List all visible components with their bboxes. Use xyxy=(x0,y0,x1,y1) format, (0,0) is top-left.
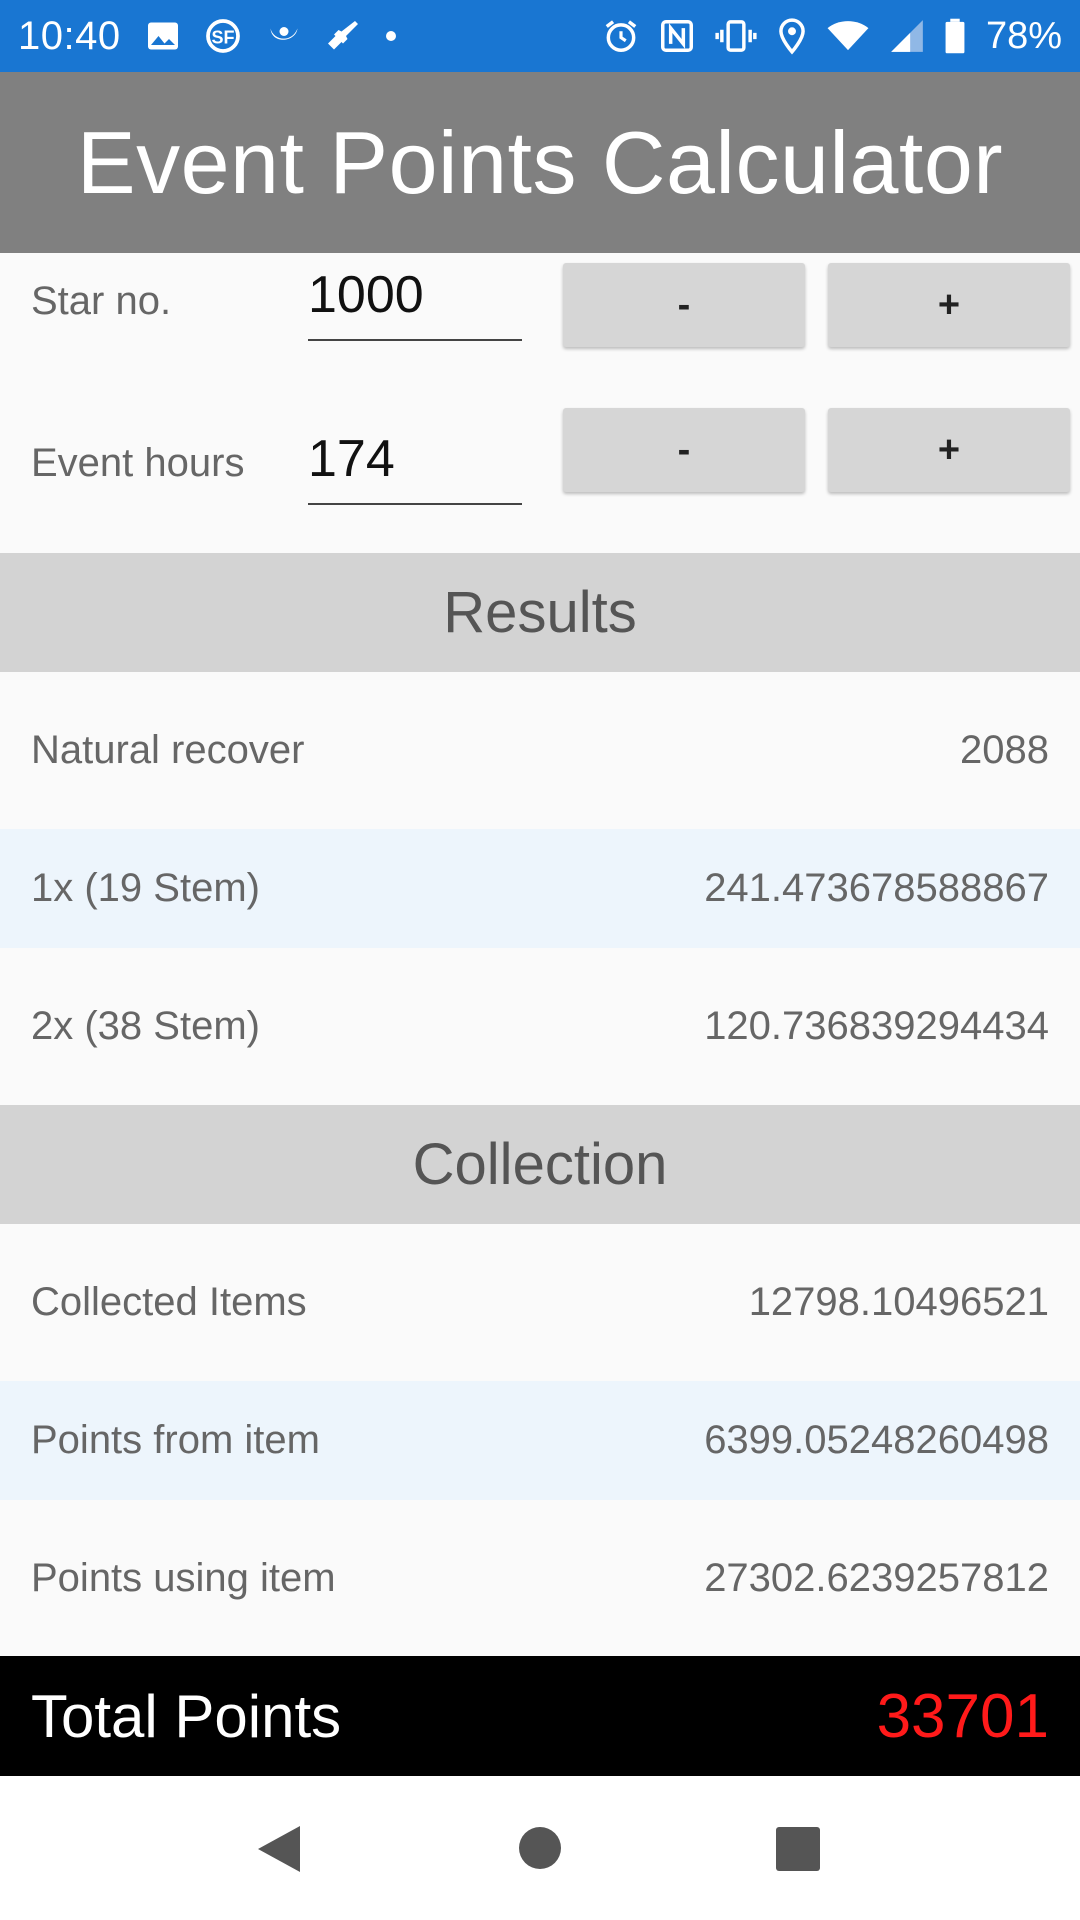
result-label: 1x (19 Stem) xyxy=(31,866,260,910)
recents-icon[interactable] xyxy=(776,1827,820,1876)
home-icon[interactable] xyxy=(518,1826,562,1875)
collection-value: 6399.05248260498 xyxy=(704,1418,1049,1462)
back-icon[interactable] xyxy=(256,1824,302,1879)
result-value: 2088 xyxy=(960,728,1049,772)
result-value: 241.473678588867 xyxy=(704,866,1049,910)
alarm-icon xyxy=(602,17,640,55)
hours-decrement-button[interactable]: - xyxy=(563,408,805,492)
battery-icon xyxy=(944,17,966,55)
result-value: 120.736839294434 xyxy=(704,1004,1049,1048)
collection-label: Collected Items xyxy=(31,1280,307,1324)
collection-header: Collection xyxy=(0,1105,1080,1224)
hours-input[interactable]: 174 xyxy=(308,429,522,505)
star-increment-button[interactable]: + xyxy=(828,263,1070,347)
svg-text:SF: SF xyxy=(211,28,234,48)
collection-row-points-using-item: Points using item 27302.6239257812 xyxy=(0,1500,1080,1656)
hours-increment-button[interactable]: + xyxy=(828,408,1070,492)
collection-label: Points from item xyxy=(31,1418,320,1462)
dot-icon xyxy=(383,18,399,54)
system-icons: 78% xyxy=(602,15,1062,58)
collection-value: 27302.6239257812 xyxy=(704,1555,1049,1600)
app-bar: Event Points Calculator xyxy=(0,72,1080,253)
status-bar: 10:40 SF 78% xyxy=(0,0,1080,72)
signal-icon xyxy=(888,17,926,55)
total-value: 33701 xyxy=(876,1681,1049,1751)
collection-row-points-from-item: Points from item 6399.05248260498 xyxy=(0,1381,1080,1500)
star-decrement-button[interactable]: - xyxy=(563,263,805,347)
star-label: Star no. xyxy=(31,279,172,323)
moon-app-icon xyxy=(265,18,303,54)
collection-value: 12798.10496521 xyxy=(748,1280,1049,1324)
result-row-1x: 1x (19 Stem) 241.473678588867 xyxy=(0,829,1080,948)
results-header: Results xyxy=(0,553,1080,672)
star-input-row: Star no. 1000 - + xyxy=(0,253,1080,373)
collection-row-collected-items: Collected Items 12798.10496521 xyxy=(0,1224,1080,1381)
result-label: 2x (38 Stem) xyxy=(31,1004,260,1048)
status-time: 10:40 xyxy=(18,13,121,58)
image-icon xyxy=(145,18,181,54)
sf-app-icon: SF xyxy=(203,18,243,54)
collection-label: Points using item xyxy=(31,1555,336,1600)
wifi-icon xyxy=(826,17,870,55)
battery-percentage: 78% xyxy=(985,14,1062,57)
notification-icons: SF xyxy=(145,18,399,54)
navigation-bar xyxy=(0,1776,1080,1920)
nfc-icon xyxy=(658,17,696,55)
result-row-2x: 2x (38 Stem) 120.736839294434 xyxy=(0,948,1080,1105)
total-bar: Total Points 33701 xyxy=(0,1656,1080,1776)
hours-input-row: Event hours 174 - + xyxy=(0,395,1080,515)
location-icon xyxy=(776,17,808,55)
result-row-natural-recover: Natural recover 2088 xyxy=(0,672,1080,829)
page-title: Event Points Calculator xyxy=(76,112,1004,212)
guitar-icon xyxy=(325,18,361,54)
result-label: Natural recover xyxy=(31,728,305,772)
star-input[interactable]: 1000 xyxy=(308,265,522,341)
hours-label: Event hours xyxy=(31,441,245,485)
total-label: Total Points xyxy=(31,1682,342,1750)
vibrate-icon xyxy=(714,17,758,55)
